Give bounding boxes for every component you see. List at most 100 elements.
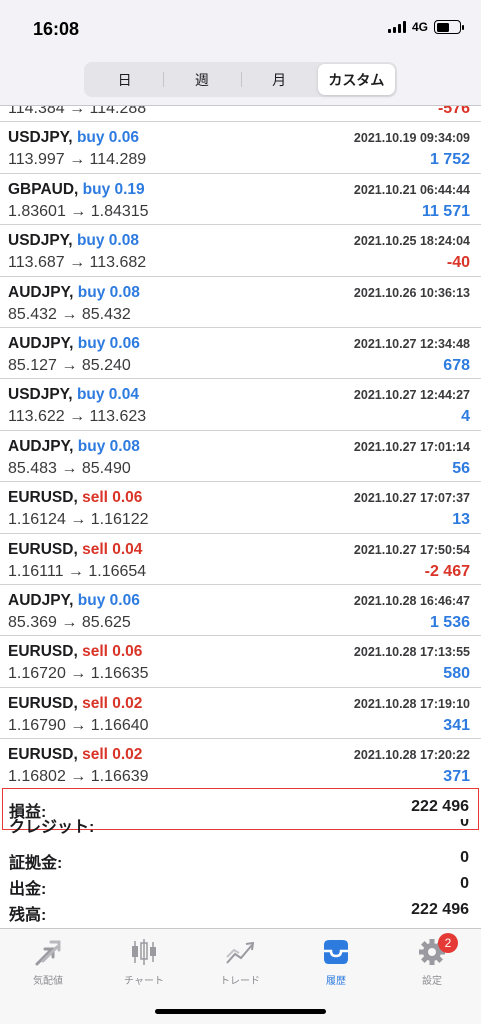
chart-icon bbox=[132, 939, 156, 965]
trade-symbol: GBPAUD, bbox=[8, 180, 79, 198]
trade-row[interactable]: EURUSD, sell 0.06 1.16720 → 1.16635 2021.1… bbox=[0, 636, 481, 688]
trade-date: 2021.10.28 16:46:47 bbox=[353, 593, 470, 608]
trade-side-volume: buy 0.08 bbox=[77, 437, 140, 455]
trade-title: USDJPY, buy 0.08 bbox=[8, 232, 139, 250]
summary-row-balance: 残高: 222 496 bbox=[0, 901, 481, 927]
trade-row[interactable]: USDJPY, buy 0.04 113.622 → 113.623 2021.10… bbox=[0, 379, 481, 431]
status-bar: 16:08 4G bbox=[0, 0, 481, 50]
account-summary: 損益: 222 496 クレジット: 0 証拠金: 0 出金: 0 残高: 22… bbox=[0, 788, 481, 928]
trade-row[interactable]: EURUSD, sell 0.02 1.16802 → 1.16639 2021.1… bbox=[0, 739, 481, 788]
trade-title: GBPAUD, buy 0.19 bbox=[8, 181, 145, 199]
trade-profit: 13 bbox=[452, 511, 470, 529]
segment-custom[interactable]: カスタム bbox=[317, 64, 395, 95]
trade-title: EURUSD, sell 0.02 bbox=[8, 695, 142, 713]
trade-prices: 85.127 → 85.240 bbox=[8, 356, 131, 374]
trade-profit: 1 752 bbox=[429, 151, 470, 169]
history-icon bbox=[324, 940, 348, 964]
trade-profit: 11 571 bbox=[421, 202, 470, 220]
status-indicators: 4G bbox=[387, 20, 464, 34]
tab-trade[interactable]: トレード bbox=[192, 937, 288, 989]
segment-day[interactable]: 日 bbox=[86, 64, 163, 95]
trade-symbol: USDJPY, bbox=[8, 129, 73, 147]
trade-symbol: EURUSD, bbox=[8, 489, 78, 507]
trade-prices: 114.384 → 114.288 bbox=[8, 106, 147, 117]
trade-title: AUDJPY, buy 0.06 bbox=[8, 335, 140, 353]
trade-symbol: EURUSD, bbox=[8, 746, 78, 764]
trade-date: 2021.10.21 06:44:44 bbox=[353, 182, 470, 197]
trade-symbol: EURUSD, bbox=[8, 643, 78, 661]
withdrawal-value: 0 bbox=[460, 875, 469, 892]
trade-profit: -2 467 bbox=[424, 562, 470, 580]
trade-symbol: AUDJPY, bbox=[8, 283, 74, 301]
network-type: 4G bbox=[411, 20, 428, 34]
trade-row[interactable]: AUDJPY, buy 0.08 85.483 → 85.490 2021.10.2… bbox=[0, 431, 481, 483]
trade-symbol: USDJPY, bbox=[8, 232, 73, 250]
trade-title: EURUSD, sell 0.06 bbox=[8, 643, 142, 661]
trade-row[interactable]: AUDJPY, buy 0.06 85.369 → 85.625 2021.10.2… bbox=[0, 585, 481, 637]
trade-date: 2021.10.26 10:36:13 bbox=[353, 285, 470, 300]
status-time: 16:08 bbox=[33, 19, 80, 39]
trade-side-volume: buy 0.08 bbox=[76, 232, 139, 250]
trade-prices: 1.16790 → 1.16640 bbox=[8, 716, 149, 734]
trade-prices: 113.687 → 113.682 bbox=[8, 254, 147, 272]
tab-settings-label: 設定 bbox=[422, 976, 442, 987]
trade-side-volume: buy 0.04 bbox=[76, 386, 139, 404]
trade-date: 2021.10.28 17:20:22 bbox=[353, 748, 470, 763]
trade-profit: 1 536 bbox=[429, 613, 470, 631]
trade-prices: 1.16124 → 1.16122 bbox=[8, 511, 149, 529]
trade-profit: 4 bbox=[461, 408, 470, 426]
trade-row[interactable]: EURUSD, sell 0.02 1.16790 → 1.16640 2021.1… bbox=[0, 688, 481, 740]
trade-row[interactable]: GBPAUD, buy 0.19 1.83601 → 1.84315 2021.10… bbox=[0, 174, 481, 226]
trade-side-volume: buy 0.06 bbox=[77, 334, 140, 352]
credit-value: 0 bbox=[460, 819, 469, 830]
balance-value: 222 496 bbox=[411, 901, 469, 918]
trade-row[interactable]: EURUSD, sell 0.04 1.16111 → 1.16654 2021.1… bbox=[0, 534, 481, 585]
trade-history-list[interactable]: 114.384 → 114.288 -576 USDJPY, buy 0.06 113… bbox=[0, 106, 481, 788]
trade-date: 2021.10.27 12:44:27 bbox=[353, 388, 470, 403]
trade-symbol: USDJPY, bbox=[8, 386, 73, 404]
tab-quotes[interactable]: 気配値 bbox=[0, 937, 96, 989]
summary-row-credit: クレジット: 0 bbox=[0, 819, 481, 839]
trade-row[interactable]: AUDJPY, buy 0.08 85.432 → 85.432 2021.10.2… bbox=[0, 277, 481, 328]
trade-date: 2021.10.27 17:50:54 bbox=[353, 542, 470, 557]
withdrawal-label: 出金: bbox=[9, 881, 47, 898]
trade-title: EURUSD, sell 0.02 bbox=[8, 746, 142, 764]
deposit-label: 証拠金: bbox=[9, 855, 63, 872]
trade-prices: 113.622 → 113.623 bbox=[8, 408, 147, 426]
segment-week[interactable]: 週 bbox=[163, 64, 240, 95]
trade-side-volume: buy 0.19 bbox=[82, 180, 145, 198]
tab-settings[interactable]: 2 設定 bbox=[384, 933, 480, 989]
trade-side-volume: sell 0.04 bbox=[82, 540, 143, 558]
trade-prices: 85.369 → 85.625 bbox=[8, 613, 131, 631]
period-segmented-control: 日 週 月 カスタム bbox=[84, 62, 397, 97]
tab-chart-label: チャート bbox=[124, 976, 164, 987]
trade-side-volume: buy 0.08 bbox=[77, 283, 140, 301]
segment-month[interactable]: 月 bbox=[240, 64, 318, 95]
balance-label: 残高: bbox=[9, 907, 47, 924]
trade-date: 2021.10.27 17:07:37 bbox=[353, 491, 470, 506]
trade-prices: 85.432 → 85.432 bbox=[8, 305, 131, 323]
trade-profit: 371 bbox=[443, 768, 470, 786]
trade-symbol: EURUSD, bbox=[8, 540, 78, 558]
trade-title: AUDJPY, buy 0.08 bbox=[8, 438, 140, 456]
deposit-value: 0 bbox=[460, 849, 469, 866]
trade-side-volume: buy 0.06 bbox=[77, 591, 140, 609]
tab-history[interactable]: 履歴 bbox=[288, 937, 384, 989]
trade-history-list-inner: 114.384 → 114.288 -576 USDJPY, buy 0.06 113… bbox=[0, 106, 481, 788]
trade-date: 2021.10.27 12:34:48 bbox=[353, 336, 470, 351]
home-indicator bbox=[155, 1009, 326, 1014]
trade-date: 2021.10.28 17:19:10 bbox=[353, 696, 470, 711]
trade-profit: 580 bbox=[443, 665, 470, 683]
trade-side-volume: sell 0.02 bbox=[82, 694, 143, 712]
trade-side-volume: sell 0.02 bbox=[82, 746, 143, 764]
credit-label: クレジット: bbox=[9, 819, 95, 836]
trade-row[interactable]: USDJPY, buy 0.06 113.997 → 114.289 2021.10… bbox=[0, 122, 481, 174]
trade-row[interactable]: AUDJPY, buy 0.06 85.127 → 85.240 2021.10.2… bbox=[0, 328, 481, 380]
trade-prices: 1.16802 → 1.16639 bbox=[8, 768, 149, 786]
trade-date: 2021.10.27 17:01:14 bbox=[353, 439, 470, 454]
trade-row[interactable]: USDJPY, buy 0.08 113.687 → 113.682 2021.10… bbox=[0, 225, 481, 277]
profit-value: 222 496 bbox=[411, 798, 469, 815]
tab-chart[interactable]: チャート bbox=[96, 937, 192, 989]
trade-row[interactable]: EURUSD, sell 0.06 1.16124 → 1.16122 2021.1… bbox=[0, 482, 481, 534]
trade-row[interactable]: 114.384 → 114.288 -576 bbox=[0, 106, 481, 123]
